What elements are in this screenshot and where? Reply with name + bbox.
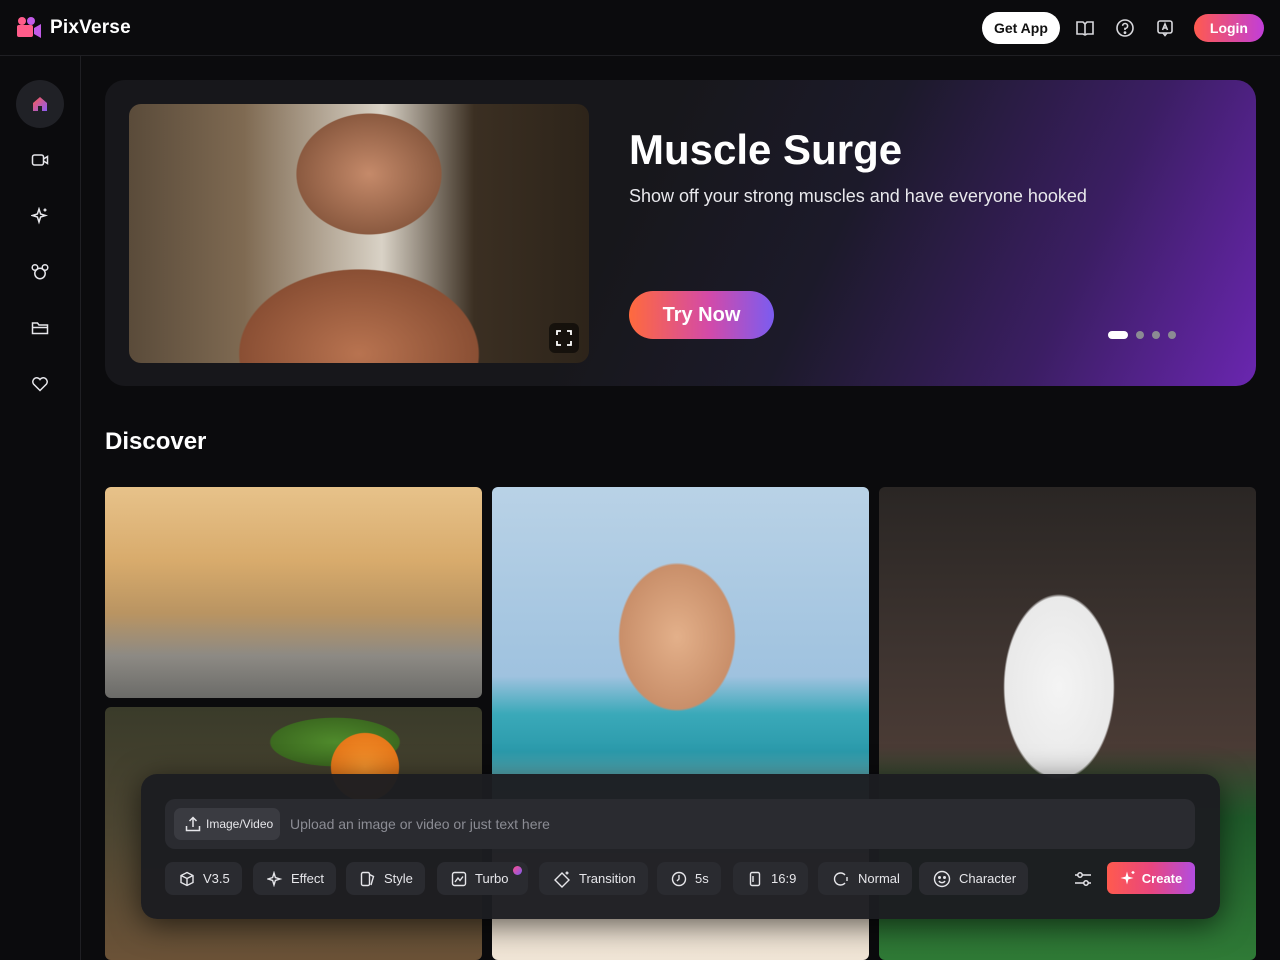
hero-image[interactable]: [129, 104, 589, 363]
settings-sliders-icon[interactable]: [1072, 868, 1094, 890]
sidebar-item-effects[interactable]: [16, 192, 64, 240]
sparkle-icon: [31, 207, 49, 225]
get-app-button[interactable]: Get App: [981, 12, 1060, 44]
upload-button[interactable]: Image/Video: [174, 808, 281, 840]
transition-button[interactable]: Transition: [539, 862, 648, 895]
login-button[interactable]: Login: [1193, 14, 1264, 42]
clock-icon: [671, 871, 687, 886]
home-icon: [33, 97, 47, 111]
hero-subtitle: Show off your strong muscles and have ev…: [629, 186, 1087, 206]
heart-icon: [32, 377, 48, 392]
hero-title: Muscle Surge: [629, 126, 903, 173]
style-label: Style: [384, 871, 413, 886]
motion-icon: [833, 871, 848, 886]
sparkle-icon: [267, 870, 283, 887]
cube-icon: [180, 871, 194, 886]
premium-badge-icon: [513, 866, 523, 875]
mouse-ears-icon: [31, 263, 49, 280]
aspect-ratio-label: 16:9: [771, 871, 797, 886]
effect-button[interactable]: Effect: [253, 862, 337, 895]
transition-label: Transition: [579, 871, 636, 886]
turbo-button[interactable]: Turbo: [437, 862, 529, 895]
sidebar-item-home[interactable]: [16, 80, 64, 128]
motion-label: Normal: [858, 871, 900, 886]
upload-icon: [185, 816, 201, 832]
motion-selector[interactable]: Normal: [818, 862, 912, 895]
carousel-dot[interactable]: [1108, 331, 1128, 339]
sidebar-item-favorites[interactable]: [16, 360, 64, 408]
top-bar: PixVerse Get App Login: [0, 0, 1280, 56]
model-label: V3.5: [203, 871, 230, 886]
turbo-label: Turbo: [475, 871, 509, 886]
carousel-dot[interactable]: [1136, 331, 1144, 339]
duration-selector[interactable]: 5s: [657, 862, 721, 895]
logo-icon: [16, 16, 42, 40]
create-panel: Image/Video Upload an image or video or …: [141, 774, 1220, 919]
duration-label: 5s: [695, 871, 709, 886]
folder-icon: [31, 322, 49, 335]
sparkle-icon: [1120, 871, 1135, 885]
fullscreen-button[interactable]: [549, 323, 579, 353]
language-icon[interactable]: [1150, 13, 1180, 43]
carousel-dots: [1108, 331, 1176, 339]
aspect-ratio-selector[interactable]: 16:9: [733, 862, 809, 895]
logo[interactable]: PixVerse: [16, 16, 131, 40]
face-icon: [933, 870, 951, 887]
model-selector[interactable]: V3.5: [165, 862, 242, 895]
character-button[interactable]: Character: [919, 862, 1029, 895]
sidebar-item-video[interactable]: [16, 136, 64, 184]
create-label: Create: [1141, 870, 1183, 886]
prompt-input[interactable]: Image/Video Upload an image or video or …: [165, 799, 1195, 849]
discover-heading: Discover: [105, 428, 207, 455]
style-icon: [360, 871, 375, 886]
prompt-placeholder: Upload an image or video or just text he…: [290, 816, 550, 832]
expand-icon: [556, 330, 572, 346]
aspect-ratio-icon: [749, 871, 761, 886]
upload-label: Image/Video: [206, 817, 274, 831]
try-now-button[interactable]: Try Now: [629, 291, 774, 339]
video-icon: [31, 154, 49, 166]
header-actions: Get App Login: [981, 12, 1264, 44]
style-button[interactable]: Style: [346, 862, 425, 895]
effect-label: Effect: [291, 871, 325, 886]
discover-card[interactable]: [105, 487, 482, 698]
hero-banner: Muscle Surge Show off your strong muscle…: [105, 80, 1256, 386]
transition-icon: [554, 871, 570, 888]
carousel-dot[interactable]: [1152, 331, 1160, 339]
carousel-dot[interactable]: [1168, 331, 1176, 339]
sidebar-item-assets[interactable]: [16, 304, 64, 352]
app-name: PixVerse: [50, 17, 131, 38]
book-icon[interactable]: [1070, 13, 1100, 43]
sidebar-item-characters[interactable]: [16, 248, 64, 296]
create-button[interactable]: Create: [1107, 862, 1195, 894]
character-label: Character: [959, 871, 1017, 886]
help-icon[interactable]: [1110, 13, 1140, 43]
turbo-icon: [451, 871, 467, 886]
sidebar: [0, 56, 81, 960]
